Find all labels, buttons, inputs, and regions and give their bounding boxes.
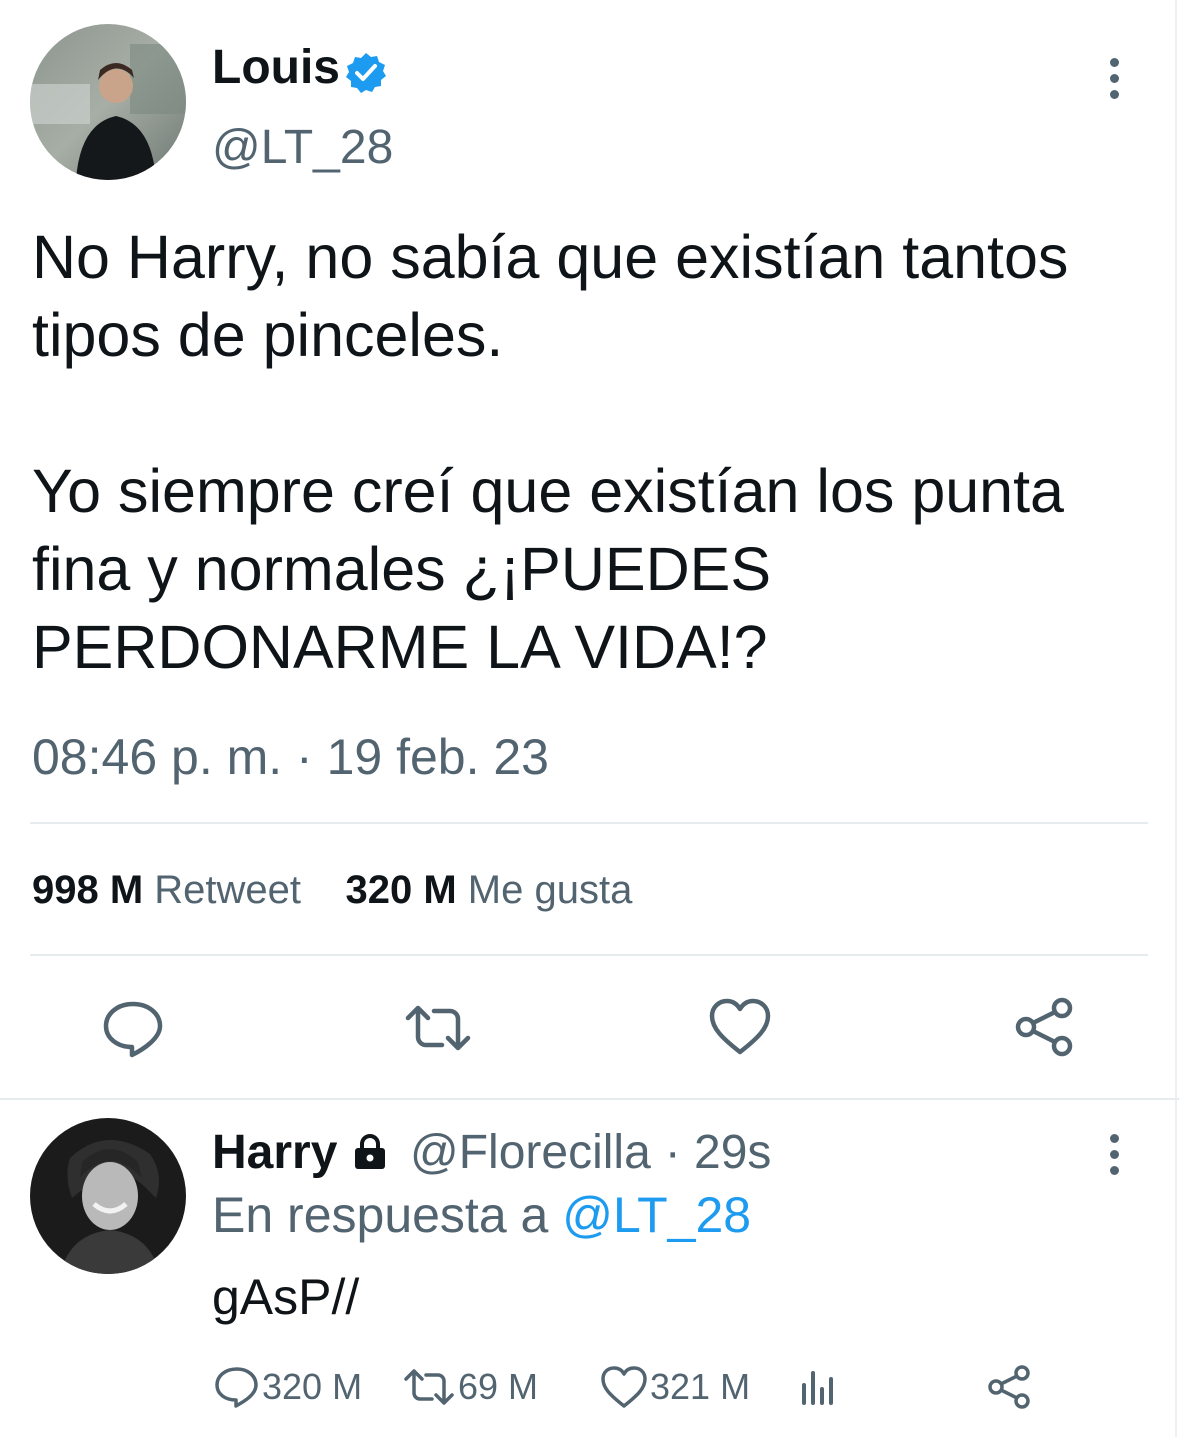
divider (30, 954, 1148, 956)
reply-text: gAsP// (212, 1269, 360, 1325)
tweet-stats: 998 M Retweet 320 M Me gusta (32, 868, 632, 913)
avatar-harry[interactable] (30, 1118, 186, 1274)
more-options-icon[interactable] (1108, 58, 1120, 106)
reply-share-button[interactable] (986, 1362, 1034, 1412)
verified-badge-icon (345, 52, 387, 94)
reply-header: Harry (212, 1122, 337, 1180)
like-icon[interactable] (708, 998, 772, 1061)
reply-time[interactable]: · 29s (665, 1126, 772, 1179)
reply-like-button[interactable]: 321 M (600, 1362, 750, 1412)
like-icon (601, 1366, 647, 1408)
retweet-icon (404, 1369, 454, 1405)
reply-retweet-button[interactable]: 69 M (402, 1362, 538, 1412)
reply-icon[interactable] (100, 998, 166, 1063)
reply-analytics-button[interactable] (798, 1362, 840, 1412)
retweet-label: Retweet (154, 868, 302, 912)
retweet-count: 998 M (32, 868, 144, 912)
retweet-icon[interactable] (402, 1002, 474, 1059)
retweet-stat[interactable]: 998 M Retweet (32, 868, 301, 912)
author-name[interactable]: Louis (212, 40, 340, 95)
reply-handle-line: @Florecilla · 29s (410, 1122, 771, 1180)
like-label: Me gusta (467, 868, 633, 912)
reply-to-mention[interactable]: @LT_28 (562, 1187, 751, 1243)
divider (0, 1098, 1179, 1100)
share-icon (988, 1365, 1030, 1409)
reply-like-count: 321 M (650, 1366, 751, 1407)
like-count: 320 M (345, 868, 457, 912)
reply-to-line: En respuesta a @LT_28 (212, 1186, 751, 1244)
reply-reply-button[interactable]: 320 M (214, 1362, 362, 1412)
more-options-icon[interactable] (1108, 1134, 1120, 1182)
tweet-timestamp[interactable]: 08:46 p. m. · 19 feb. 23 (32, 728, 549, 786)
reply-count: 320 M (262, 1366, 363, 1407)
avatar-louis[interactable] (30, 24, 186, 180)
reply-handle[interactable]: @Florecilla (410, 1126, 651, 1179)
lock-icon (350, 1132, 390, 1172)
like-stat[interactable]: 320 M Me gusta (346, 868, 633, 912)
tweet-text: No Harry, no sabía que existían tantos t… (32, 223, 1069, 681)
reply-icon (215, 1367, 258, 1408)
reply-to-label: En respuesta a (212, 1187, 549, 1243)
reply-retweet-count: 69 M (458, 1366, 539, 1407)
analytics-icon (802, 1371, 833, 1405)
edge-line (1175, 0, 1177, 1437)
divider (30, 822, 1148, 824)
author-handle[interactable]: @LT_28 (212, 120, 393, 175)
share-icon[interactable] (1012, 996, 1076, 1063)
reply-author-name[interactable]: Harry (212, 1126, 337, 1179)
